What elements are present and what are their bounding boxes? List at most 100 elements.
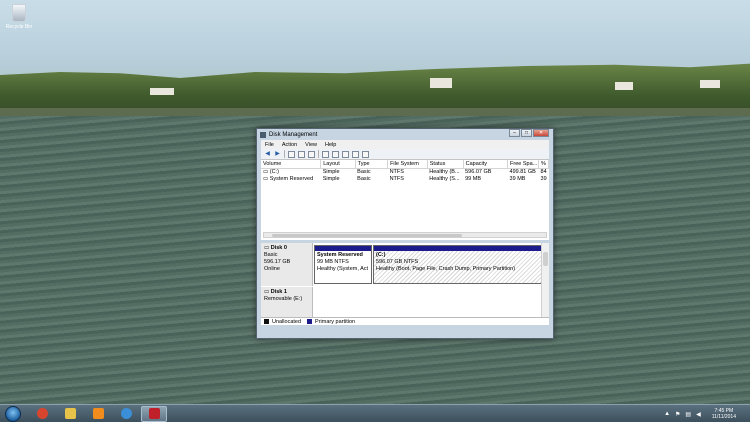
view-icon[interactable] bbox=[362, 150, 369, 158]
file-system-cell: NTFS bbox=[389, 175, 404, 182]
disk-name: Disk 1 bbox=[270, 289, 287, 295]
explorer-icon bbox=[64, 408, 76, 419]
vertical-scrollbar[interactable] bbox=[541, 243, 549, 317]
partition-system-reserved[interactable]: System Reserved 99 MB NTFS Healthy (Syst… bbox=[314, 245, 372, 284]
start-button[interactable] bbox=[5, 405, 21, 422]
table-row[interactable]: ▭ (C:) Simple Basic NTFS Healthy (B... 5… bbox=[261, 168, 549, 175]
back-arrow-icon[interactable]: ◀ bbox=[264, 151, 271, 158]
forward-arrow-icon[interactable]: ▶ bbox=[274, 151, 281, 158]
close-button[interactable]: ✕ bbox=[533, 129, 549, 137]
show-hidden-icons-icon[interactable]: ▲ bbox=[664, 411, 670, 417]
wallpaper-house bbox=[700, 80, 720, 88]
help-icon[interactable] bbox=[298, 150, 305, 158]
type-cell: Basic bbox=[357, 168, 371, 175]
menu-action[interactable]: Action bbox=[282, 142, 297, 148]
clock[interactable]: 7:45 PM 11/11/2014 bbox=[712, 408, 736, 420]
disk-management-icon bbox=[148, 408, 160, 419]
menu-bar: File Action View Help bbox=[261, 140, 549, 149]
scrollbar-thumb[interactable] bbox=[272, 234, 462, 237]
taskbar-app-media-player[interactable] bbox=[85, 406, 111, 422]
media-player-icon bbox=[92, 408, 104, 419]
disk-graphical-pane: ▭ Disk 0 Basic 596.17 GB Online System R… bbox=[261, 243, 549, 317]
percent-free-cell: 39 bbox=[540, 175, 547, 182]
maximize-button[interactable]: □ bbox=[521, 129, 532, 137]
partition-status: Healthy (Boot, Page File, Crash Dump, Pr… bbox=[376, 266, 516, 272]
clock-date: 11/11/2014 bbox=[711, 414, 736, 420]
column-header-file-system[interactable]: File System bbox=[387, 160, 428, 169]
disk-management-icon bbox=[260, 131, 266, 138]
show-hide-console-tree-icon[interactable] bbox=[288, 150, 295, 158]
check-disk-icon[interactable] bbox=[332, 150, 339, 158]
document-icon[interactable] bbox=[322, 150, 329, 158]
window-titlebar[interactable]: Disk Management – □ ✕ bbox=[257, 129, 553, 140]
search-icon[interactable] bbox=[352, 150, 359, 158]
legend-unallocated: Unallocated bbox=[272, 318, 302, 325]
disk-name: Disk 0 bbox=[270, 245, 287, 251]
column-header-free-space[interactable]: Free Spa... bbox=[507, 160, 540, 169]
partition-c-drive[interactable]: (C:) 596.07 GB NTFS Healthy (Boot, Page … bbox=[373, 245, 543, 284]
toolbar: ◀ ▶ bbox=[261, 149, 549, 160]
horizontal-scrollbar[interactable] bbox=[263, 232, 547, 238]
primary-partition-band bbox=[315, 246, 371, 251]
capacity-cell: 596.07 GB bbox=[465, 168, 492, 175]
partition-size: 99 MB NTFS bbox=[317, 259, 349, 265]
disk-1-label[interactable]: ▭ Disk 1 Removable (E:) bbox=[261, 287, 313, 317]
taskbar-app-explorer[interactable] bbox=[57, 406, 83, 422]
recycle-bin-desktop-icon[interactable]: Recycle Bin bbox=[3, 4, 35, 30]
menu-help[interactable]: Help bbox=[325, 142, 336, 148]
column-header-percent-free[interactable]: % bbox=[538, 160, 549, 169]
recycle-bin-label: Recycle Bin bbox=[5, 24, 33, 30]
layout-cell: Simple bbox=[322, 175, 340, 182]
column-header-capacity[interactable]: Capacity bbox=[463, 160, 509, 169]
menu-view[interactable]: View bbox=[305, 142, 317, 148]
minimize-button[interactable]: – bbox=[509, 129, 520, 137]
layout-cell: Simple bbox=[322, 168, 340, 175]
disk-row[interactable]: ▭ Disk 0 Basic 596.17 GB Online System R… bbox=[261, 243, 543, 286]
disk-icon: ▭ bbox=[264, 289, 271, 295]
disk-row[interactable]: ▭ Disk 1 Removable (E:) bbox=[261, 287, 541, 317]
taskbar-app-chrome[interactable] bbox=[29, 406, 55, 422]
disk-state: Online bbox=[264, 266, 280, 272]
type-cell: Basic bbox=[357, 175, 371, 182]
partition-size: 596.07 GB NTFS bbox=[376, 259, 419, 265]
system-tray: ▲ ⚑ ▤ ◀ 7:45 PM 11/11/2014 bbox=[664, 405, 746, 422]
volume-icon[interactable]: ◀ bbox=[696, 411, 701, 418]
unallocated-swatch bbox=[264, 319, 269, 324]
column-header-type[interactable]: Type bbox=[355, 160, 389, 169]
legend: Unallocated Primary partition bbox=[261, 317, 549, 325]
open-folder-icon[interactable] bbox=[342, 150, 349, 158]
taskbar: ▲ ⚑ ▤ ◀ 7:45 PM 11/11/2014 bbox=[0, 404, 750, 422]
network-icon[interactable]: ▤ bbox=[685, 411, 691, 418]
drive-icon: ▭ bbox=[263, 175, 270, 182]
volume-table: Volume Layout Type File System Status Ca… bbox=[261, 160, 549, 182]
free-space-cell: 39 MB bbox=[509, 175, 526, 182]
column-header-layout[interactable]: Layout bbox=[320, 160, 356, 169]
percent-free-cell: 84 bbox=[540, 168, 547, 175]
properties-icon[interactable] bbox=[308, 150, 315, 158]
disk-icon: ▭ bbox=[264, 245, 271, 251]
status-cell: Healthy (B... bbox=[429, 168, 460, 175]
toolbar-separator bbox=[284, 150, 285, 158]
volume-cell: ▭ System Reserved bbox=[263, 175, 314, 182]
table-row[interactable]: ▭ System Reserved Simple Basic NTFS Heal… bbox=[261, 175, 549, 182]
menu-file[interactable]: File bbox=[265, 142, 274, 148]
wallpaper-house bbox=[615, 82, 633, 90]
legend-primary-partition: Primary partition bbox=[315, 318, 356, 325]
primary-partition-band bbox=[374, 246, 542, 251]
taskbar-app-ie[interactable] bbox=[113, 406, 139, 422]
chrome-icon bbox=[36, 408, 48, 419]
scrollbar-thumb[interactable] bbox=[543, 252, 548, 266]
disk-type: Removable (E:) bbox=[264, 296, 303, 302]
window-title: Disk Management bbox=[269, 131, 318, 138]
recycle-bin-icon bbox=[12, 4, 26, 22]
capacity-cell: 99 MB bbox=[465, 175, 482, 182]
taskbar-app-disk-management[interactable] bbox=[141, 405, 167, 422]
column-header-status[interactable]: Status bbox=[427, 160, 464, 169]
file-system-cell: NTFS bbox=[389, 168, 404, 175]
flag-icon[interactable]: ⚑ bbox=[675, 411, 680, 418]
disk-0-label[interactable]: ▭ Disk 0 Basic 596.17 GB Online bbox=[261, 243, 313, 286]
wallpaper-house bbox=[430, 78, 452, 88]
partition-status: Healthy (System, Act bbox=[317, 266, 369, 272]
partition-name: (C:) bbox=[376, 252, 386, 258]
column-header-volume[interactable]: Volume bbox=[261, 160, 322, 169]
